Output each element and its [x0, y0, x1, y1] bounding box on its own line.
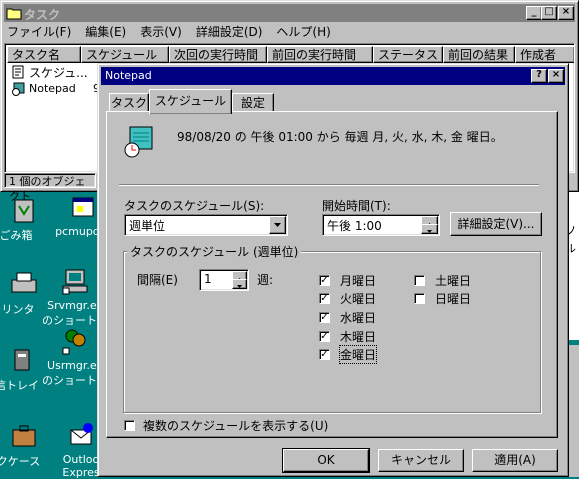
- ok-button[interactable]: OK: [282, 448, 370, 473]
- advanced-button[interactable]: 詳細設定(V)...: [450, 212, 542, 236]
- schedule-type-label: タスクのスケジュール(S):: [124, 199, 265, 213]
- ok-button-label: OK: [317, 453, 335, 467]
- checkbox-box[interactable]: ✓: [319, 312, 330, 323]
- maximize-button[interactable]: □: [541, 6, 557, 20]
- arrow-down-icon: [237, 285, 242, 288]
- checkbox-saturday[interactable]: 土曜日: [414, 272, 471, 289]
- menu-help[interactable]: ヘルプ(H): [276, 23, 330, 41]
- tab-settings-label: 設定: [240, 96, 265, 110]
- apply-button[interactable]: 適用(A): [472, 449, 558, 472]
- add-task-icon: [12, 65, 24, 79]
- list-header: タスク名 スケジュール 次回の実行時間 前回の実行時間 ステータス 前回の結果 …: [7, 46, 574, 63]
- task-window-titlebar: タスク _ □ ×: [4, 4, 575, 22]
- tab-settings[interactable]: 設定: [232, 93, 274, 112]
- checkbox-thursday[interactable]: ✓ 木曜日: [319, 328, 376, 345]
- checkbox-label: 日曜日: [435, 292, 472, 306]
- checkbox-box[interactable]: [414, 275, 425, 286]
- checkbox-box[interactable]: ✓: [319, 331, 330, 342]
- dialog-titlebar: Notepad ? ×: [101, 67, 565, 85]
- program-icon: [72, 197, 94, 217]
- checkbox-label: 火曜日: [340, 292, 377, 306]
- close-button[interactable]: ×: [558, 6, 574, 20]
- printer-icon: [11, 272, 37, 293]
- start-time-input[interactable]: 午後 1:00: [322, 214, 440, 236]
- group-title: タスクのスケジュール (週単位): [127, 243, 302, 260]
- desktop-icon-label: ークケース: [0, 455, 41, 468]
- column-header-creator[interactable]: 作成者: [515, 46, 574, 63]
- checkbox-label: 水曜日: [340, 311, 377, 325]
- inbox-icon: [14, 349, 30, 371]
- interval-down-button[interactable]: [232, 279, 247, 289]
- status-bar: 1 個のオブジェクト: [4, 173, 96, 203]
- checkbox-label: 複数のスケジュールを表示する(U): [143, 419, 329, 433]
- interval-unit: 週:: [257, 273, 274, 287]
- chevron-down-icon: [274, 223, 281, 227]
- checkbox-box[interactable]: [124, 420, 135, 431]
- help-button[interactable]: ?: [531, 69, 547, 83]
- cancel-button[interactable]: キャンセル: [378, 449, 464, 472]
- tab-schedule-label: スケジュール: [154, 94, 227, 108]
- briefcase-icon: [12, 425, 36, 447]
- checkbox-box[interactable]: ✓: [319, 293, 330, 304]
- row-name: スケジュ...: [29, 66, 88, 80]
- checkbox-multiple-schedules[interactable]: 複数のスケジュールを表示する(U): [124, 417, 328, 434]
- checkbox-label: 金曜日: [338, 345, 378, 364]
- column-header-last-result[interactable]: 前回の結果: [443, 46, 515, 63]
- schedule-type-select[interactable]: 週単位: [124, 214, 288, 236]
- start-time-value: 午後 1:00: [327, 219, 382, 233]
- start-time-label: 開始時間(T):: [322, 199, 391, 213]
- apply-button-label: 適用(A): [494, 453, 536, 467]
- menu-bar: ファイル(F) 編集(E) 表示(V) 詳細設定(D) ヘルプ(H): [7, 23, 331, 41]
- outlook-express-icon: [70, 423, 93, 445]
- separator: [119, 184, 539, 186]
- arrow-down-icon: [427, 230, 432, 233]
- tab-task-label: タスク: [110, 96, 147, 110]
- tab-page: 98/08/20 の 午後 01:00 から 毎週 月, 火, 水, 木, 金 …: [106, 111, 558, 438]
- dialog-title: Notepad: [105, 69, 152, 82]
- desktop-icon-label: ごみ箱: [0, 229, 33, 242]
- interval-input[interactable]: 1: [199, 269, 249, 291]
- folder-icon: [6, 8, 22, 20]
- menu-file[interactable]: ファイル(F): [7, 23, 71, 41]
- menu-edit[interactable]: 編集(E): [85, 23, 126, 41]
- checkbox-box[interactable]: ✓: [319, 275, 330, 286]
- interval-label: 間隔(E): [137, 273, 178, 287]
- checkbox-label: 月曜日: [340, 274, 377, 288]
- checkbox-monday[interactable]: ✓ 月曜日: [319, 272, 376, 289]
- schedule-type-value: 週単位: [129, 219, 166, 233]
- dropdown-button[interactable]: [269, 216, 286, 234]
- column-header-name[interactable]: タスク名: [7, 46, 81, 63]
- menu-view[interactable]: 表示(V): [140, 23, 182, 41]
- interval-value: 1: [204, 272, 212, 286]
- scheduled-task-icon: [124, 126, 153, 158]
- close-button[interactable]: ×: [548, 69, 564, 83]
- properties-dialog: Notepad ? × タスク スケジュール 設定 98/08/20 の 午後 …: [97, 63, 569, 477]
- column-header-next-run[interactable]: 次回の実行時間: [169, 46, 267, 63]
- minimize-button[interactable]: _: [526, 6, 542, 20]
- menu-advanced[interactable]: 詳細設定(D): [196, 23, 263, 41]
- checkbox-box[interactable]: ✓: [319, 349, 330, 360]
- checkbox-sunday[interactable]: 日曜日: [414, 290, 471, 307]
- advanced-button-label: 詳細設定(V)...: [457, 217, 535, 231]
- user-manager-icon: [62, 329, 86, 355]
- column-header-schedule[interactable]: スケジュール: [81, 46, 169, 63]
- tab-schedule[interactable]: スケジュール: [149, 89, 232, 114]
- desktop-icon-briefcase[interactable]: ークケース: [0, 422, 48, 469]
- checkbox-tuesday[interactable]: ✓ 火曜日: [319, 290, 376, 307]
- checkbox-friday[interactable]: ✓ 金曜日: [319, 345, 378, 364]
- row-name: Notepad: [29, 82, 76, 95]
- tab-task[interactable]: タスク: [109, 93, 149, 112]
- checkbox-label: 木曜日: [340, 330, 377, 344]
- checkbox-wednesday[interactable]: ✓ 水曜日: [319, 309, 376, 326]
- checkbox-box[interactable]: [414, 293, 425, 304]
- column-header-last-run[interactable]: 前回の実行時間: [267, 46, 373, 63]
- scheduled-task-icon: [12, 82, 25, 96]
- schedule-summary: 98/08/20 の 午後 01:00 から 毎週 月, 火, 水, 木, 金 …: [177, 130, 503, 144]
- spin-down-button[interactable]: [421, 224, 438, 234]
- cancel-button-label: キャンセル: [390, 453, 451, 467]
- checkbox-label: 土曜日: [435, 274, 472, 288]
- column-header-status[interactable]: ステータス: [373, 46, 443, 63]
- server-manager-icon: [62, 269, 88, 295]
- task-window-title: タスク: [24, 8, 61, 22]
